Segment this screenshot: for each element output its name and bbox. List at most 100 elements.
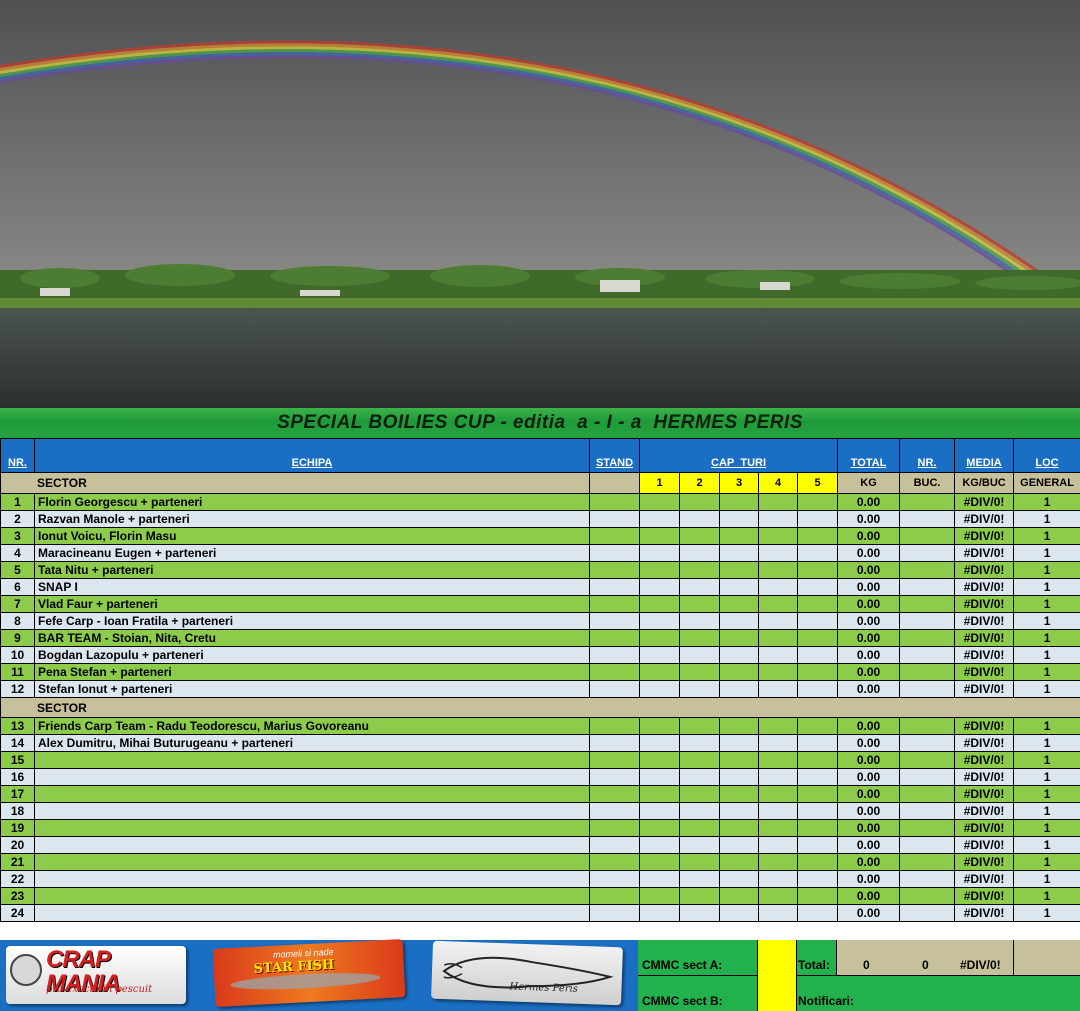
row-stand[interactable] xyxy=(589,527,640,545)
row-buc[interactable] xyxy=(899,768,956,786)
row-round-1[interactable] xyxy=(639,578,680,596)
row-round-1[interactable] xyxy=(639,904,680,922)
row-loc[interactable]: 1 xyxy=(1013,853,1080,871)
row-round-3[interactable] xyxy=(719,493,759,511)
row-round-4[interactable] xyxy=(758,663,798,681)
row-buc[interactable] xyxy=(899,904,956,922)
row-round-5[interactable] xyxy=(796,717,839,735)
row-media[interactable]: #DIV/0! xyxy=(954,717,1015,735)
row-media[interactable]: #DIV/0! xyxy=(954,887,1015,905)
row-round-4[interactable] xyxy=(758,646,798,664)
row-team[interactable] xyxy=(34,836,590,854)
row-total-kg[interactable]: 0.00 xyxy=(837,612,901,630)
row-buc[interactable] xyxy=(899,544,956,562)
row-round-3[interactable] xyxy=(719,904,759,922)
row-round-2[interactable] xyxy=(679,819,720,837)
row-round-4[interactable] xyxy=(758,785,798,803)
row-stand[interactable] xyxy=(589,493,640,511)
row-round-1[interactable] xyxy=(639,734,680,752)
row-loc[interactable]: 1 xyxy=(1013,751,1080,769)
row-nr[interactable]: 6 xyxy=(0,578,35,596)
row-buc[interactable] xyxy=(899,870,956,888)
row-round-5[interactable] xyxy=(796,734,839,752)
row-nr[interactable]: 10 xyxy=(0,646,35,664)
row-round-4[interactable] xyxy=(758,887,798,905)
row-team[interactable]: Alex Dumitru, Mihai Buturugeanu + parten… xyxy=(34,734,590,752)
row-team[interactable] xyxy=(34,768,590,786)
row-round-3[interactable] xyxy=(719,663,759,681)
row-buc[interactable] xyxy=(899,680,956,698)
row-buc[interactable] xyxy=(899,595,956,613)
row-round-3[interactable] xyxy=(719,578,759,596)
row-nr[interactable]: 4 xyxy=(0,544,35,562)
row-round-4[interactable] xyxy=(758,680,798,698)
row-total-kg[interactable]: 0.00 xyxy=(837,663,901,681)
row-round-5[interactable] xyxy=(796,578,839,596)
row-round-5[interactable] xyxy=(796,802,839,820)
row-media[interactable]: #DIV/0! xyxy=(954,561,1015,579)
row-loc[interactable]: 1 xyxy=(1013,646,1080,664)
row-loc[interactable]: 1 xyxy=(1013,595,1080,613)
row-round-2[interactable] xyxy=(679,734,720,752)
row-round-1[interactable] xyxy=(639,612,680,630)
row-team[interactable] xyxy=(34,802,590,820)
row-round-3[interactable] xyxy=(719,819,759,837)
row-round-4[interactable] xyxy=(758,836,798,854)
row-loc[interactable]: 1 xyxy=(1013,561,1080,579)
row-team[interactable]: SNAP I xyxy=(34,578,590,596)
row-round-2[interactable] xyxy=(679,887,720,905)
row-buc[interactable] xyxy=(899,717,956,735)
row-stand[interactable] xyxy=(589,904,640,922)
row-team[interactable]: Pena Stefan + parteneri xyxy=(34,663,590,681)
row-total-kg[interactable]: 0.00 xyxy=(837,646,901,664)
row-round-2[interactable] xyxy=(679,785,720,803)
row-round-4[interactable] xyxy=(758,544,798,562)
row-total-kg[interactable]: 0.00 xyxy=(837,561,901,579)
row-nr[interactable]: 23 xyxy=(0,887,35,905)
row-loc[interactable]: 1 xyxy=(1013,612,1080,630)
row-media[interactable]: #DIV/0! xyxy=(954,629,1015,647)
row-nr[interactable]: 15 xyxy=(0,751,35,769)
row-round-4[interactable] xyxy=(758,612,798,630)
row-team[interactable] xyxy=(34,819,590,837)
row-round-5[interactable] xyxy=(796,663,839,681)
row-loc[interactable]: 1 xyxy=(1013,819,1080,837)
row-round-5[interactable] xyxy=(796,493,839,511)
row-loc[interactable]: 1 xyxy=(1013,717,1080,735)
row-loc[interactable]: 1 xyxy=(1013,802,1080,820)
row-team[interactable]: Razvan Manole + parteneri xyxy=(34,510,590,528)
row-total-kg[interactable]: 0.00 xyxy=(837,717,901,735)
row-buc[interactable] xyxy=(899,734,956,752)
row-round-1[interactable] xyxy=(639,802,680,820)
row-round-1[interactable] xyxy=(639,561,680,579)
row-media[interactable]: #DIV/0! xyxy=(954,663,1015,681)
row-round-2[interactable] xyxy=(679,544,720,562)
row-round-2[interactable] xyxy=(679,663,720,681)
row-nr[interactable]: 7 xyxy=(0,595,35,613)
row-nr[interactable]: 20 xyxy=(0,836,35,854)
row-round-2[interactable] xyxy=(679,612,720,630)
row-round-5[interactable] xyxy=(796,629,839,647)
row-round-1[interactable] xyxy=(639,663,680,681)
row-round-5[interactable] xyxy=(796,904,839,922)
row-round-2[interactable] xyxy=(679,768,720,786)
row-team[interactable] xyxy=(34,785,590,803)
row-buc[interactable] xyxy=(899,802,956,820)
row-buc[interactable] xyxy=(899,663,956,681)
row-total-kg[interactable]: 0.00 xyxy=(837,887,901,905)
row-stand[interactable] xyxy=(589,561,640,579)
row-round-2[interactable] xyxy=(679,836,720,854)
row-buc[interactable] xyxy=(899,629,956,647)
row-round-2[interactable] xyxy=(679,646,720,664)
row-round-5[interactable] xyxy=(796,751,839,769)
row-round-3[interactable] xyxy=(719,870,759,888)
row-media[interactable]: #DIV/0! xyxy=(954,544,1015,562)
row-media[interactable]: #DIV/0! xyxy=(954,836,1015,854)
row-round-4[interactable] xyxy=(758,751,798,769)
row-nr[interactable]: 12 xyxy=(0,680,35,698)
row-round-4[interactable] xyxy=(758,819,798,837)
row-stand[interactable] xyxy=(589,853,640,871)
row-round-2[interactable] xyxy=(679,680,720,698)
row-media[interactable]: #DIV/0! xyxy=(954,595,1015,613)
row-total-kg[interactable]: 0.00 xyxy=(837,578,901,596)
